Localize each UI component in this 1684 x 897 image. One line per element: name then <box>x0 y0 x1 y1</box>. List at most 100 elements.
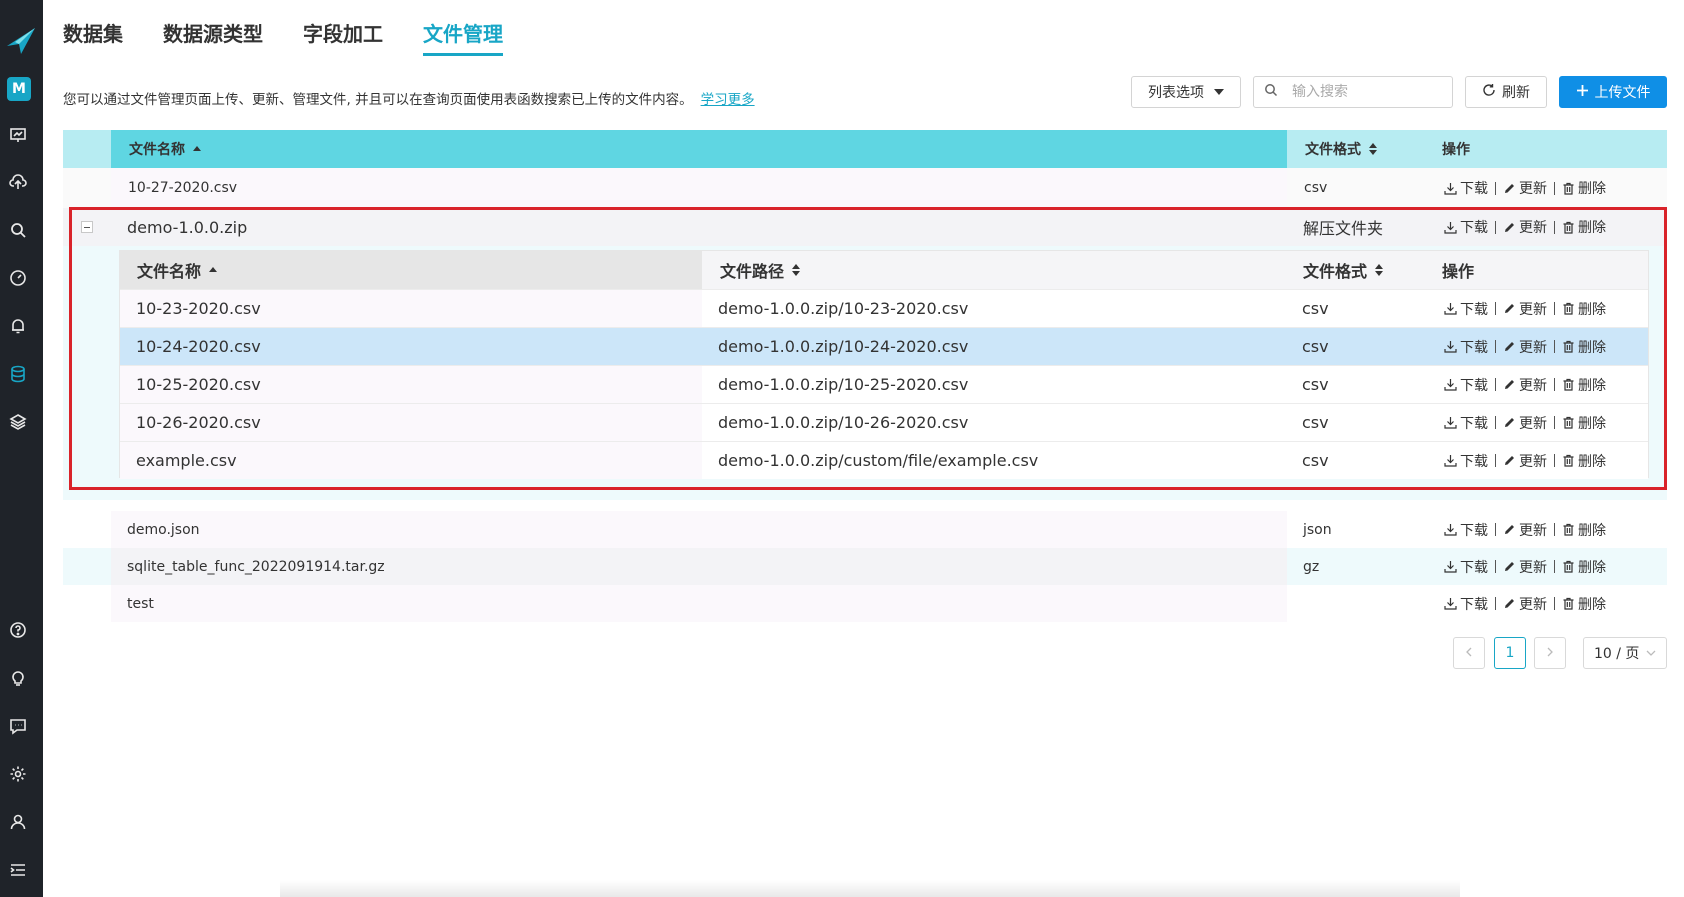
update-button[interactable]: 更新 <box>1503 337 1547 357</box>
column-options-dropdown[interactable]: 列表选项 <box>1131 76 1241 108</box>
file-name: 10-23-2020.csv <box>136 299 261 318</box>
chevron-right-icon <box>1546 645 1554 661</box>
search-box[interactable] <box>1253 76 1454 108</box>
delete-button[interactable]: 删除 <box>1562 217 1606 237</box>
file-format: csv <box>1304 180 1328 196</box>
download-button[interactable]: 下载 <box>1444 594 1488 614</box>
download-button[interactable]: 下载 <box>1444 413 1488 433</box>
header-file-format[interactable]: 文件格式 <box>1305 130 1377 168</box>
update-button[interactable]: 更新 <box>1503 217 1547 237</box>
delete-button[interactable]: 删除 <box>1562 178 1606 198</box>
table-row[interactable]: test 下载 更新 删除 <box>63 585 1667 622</box>
delete-button[interactable]: 删除 <box>1562 557 1606 577</box>
download-button[interactable]: 下载 <box>1444 520 1488 540</box>
update-button[interactable]: 更新 <box>1503 557 1547 577</box>
update-button[interactable]: 更新 <box>1503 520 1547 540</box>
search-icon[interactable] <box>8 220 28 240</box>
table-row[interactable]: 10-27-2020.csv csv 下载 更新 删除 <box>63 168 1667 208</box>
gear-icon[interactable] <box>8 764 28 784</box>
file-path: demo-1.0.0.zip/10-23-2020.csv <box>718 299 969 318</box>
delete-button[interactable]: 删除 <box>1562 299 1606 319</box>
next-page-button[interactable] <box>1534 637 1566 669</box>
delete-button[interactable]: 删除 <box>1562 520 1606 540</box>
update-button[interactable]: 更新 <box>1503 178 1547 198</box>
update-button[interactable]: 更新 <box>1503 413 1547 433</box>
nested-table-row[interactable]: 10-25-2020.csv demo-1.0.0.zip/10-25-2020… <box>120 365 1648 403</box>
upload-file-button[interactable]: 上传文件 <box>1559 76 1667 108</box>
header-file-format[interactable]: 文件格式 <box>1303 251 1384 289</box>
workspace-avatar[interactable]: M <box>7 77 31 101</box>
row-actions: 下载 更新 删除 <box>1444 548 1606 585</box>
sort-ascending-icon <box>209 266 218 272</box>
delete-button[interactable]: 删除 <box>1562 413 1606 433</box>
download-button[interactable]: 下载 <box>1444 178 1488 198</box>
row-actions: 下载 更新 删除 <box>1444 511 1606 548</box>
file-name: 10-24-2020.csv <box>136 337 261 356</box>
active-tab-indicator <box>423 53 503 56</box>
download-button[interactable]: 下载 <box>1444 451 1488 471</box>
delete-button[interactable]: 删除 <box>1562 451 1606 471</box>
update-button[interactable]: 更新 <box>1503 299 1547 319</box>
header-file-name[interactable]: 文件名称 <box>129 130 201 168</box>
nested-table-row[interactable]: 10-24-2020.csv demo-1.0.0.zip/10-24-2020… <box>120 327 1648 365</box>
row-actions: 下载 更新 删除 <box>1444 404 1606 441</box>
nested-table-row[interactable]: 10-23-2020.csv demo-1.0.0.zip/10-23-2020… <box>120 289 1648 327</box>
update-button[interactable]: 更新 <box>1503 594 1547 614</box>
file-format: csv <box>1302 451 1329 470</box>
tab-datasource-types[interactable]: 数据源类型 <box>163 18 263 47</box>
file-name: example.csv <box>136 451 237 470</box>
prev-page-button[interactable] <box>1453 637 1485 669</box>
chat-icon[interactable] <box>8 716 28 736</box>
delete-button[interactable]: 删除 <box>1562 375 1606 395</box>
download-button[interactable]: 下载 <box>1444 217 1488 237</box>
header-file-path[interactable]: 文件路径 <box>720 251 801 289</box>
update-button[interactable]: 更新 <box>1503 375 1547 395</box>
file-format: 解压文件夹 <box>1303 219 1384 238</box>
table-row-expanded[interactable]: demo-1.0.0.zip 解压文件夹 下载 更新 删除 <box>63 208 1667 246</box>
download-button[interactable]: 下载 <box>1444 557 1488 577</box>
header-file-name[interactable]: 文件名称 <box>137 251 218 289</box>
sort-icon <box>792 264 801 276</box>
nested-file-table: 文件名称 文件路径 文件格式 操作 10-23-2020.csv demo-1.… <box>119 250 1649 479</box>
table-row[interactable]: sqlite_table_func_2022091914.tar.gz gz 下… <box>63 548 1667 585</box>
user-icon[interactable] <box>8 812 28 832</box>
file-format: json <box>1303 521 1332 538</box>
dashboard-icon[interactable] <box>8 268 28 288</box>
bell-icon[interactable] <box>8 316 28 336</box>
database-icon[interactable] <box>8 364 28 384</box>
table-row[interactable]: demo.json json 下载 更新 删除 <box>63 511 1667 548</box>
help-icon[interactable] <box>8 620 28 640</box>
nested-table-row[interactable]: example.csv demo-1.0.0.zip/custom/file/e… <box>120 441 1648 479</box>
nested-table-row[interactable]: 10-26-2020.csv demo-1.0.0.zip/10-26-2020… <box>120 403 1648 441</box>
sidebar: M <box>0 0 43 897</box>
tab-field-processing[interactable]: 字段加工 <box>303 18 383 47</box>
tab-datasets[interactable]: 数据集 <box>63 18 123 47</box>
lightbulb-icon[interactable] <box>8 668 28 688</box>
download-button[interactable]: 下载 <box>1444 375 1488 395</box>
presentation-icon[interactable] <box>8 125 28 145</box>
delete-button[interactable]: 删除 <box>1562 594 1606 614</box>
file-name: test <box>127 595 154 612</box>
collapse-toggle-icon[interactable] <box>81 221 93 233</box>
page-number-button[interactable]: 1 <box>1494 637 1526 669</box>
download-button[interactable]: 下载 <box>1444 299 1488 319</box>
sort-icon <box>1375 264 1384 276</box>
logo-icon[interactable] <box>5 24 37 56</box>
delete-button[interactable]: 删除 <box>1562 337 1606 357</box>
chevron-down-icon <box>1646 645 1656 661</box>
update-button[interactable]: 更新 <box>1503 451 1547 471</box>
refresh-button[interactable]: 刷新 <box>1465 76 1547 108</box>
plus-icon <box>1576 84 1595 101</box>
tab-file-management[interactable]: 文件管理 <box>423 18 503 47</box>
learn-more-link[interactable]: 学习更多 <box>701 92 755 108</box>
search-input[interactable] <box>1290 83 1454 101</box>
layers-icon[interactable] <box>8 412 28 432</box>
menu-collapse-icon[interactable] <box>8 860 28 880</box>
file-name: 10-25-2020.csv <box>136 375 261 394</box>
upload-cloud-icon[interactable] <box>8 172 28 192</box>
file-path: demo-1.0.0.zip/10-25-2020.csv <box>718 375 969 394</box>
page-size-select[interactable]: 10 / 页 <box>1583 637 1667 669</box>
download-button[interactable]: 下载 <box>1444 337 1488 357</box>
row-actions: 下载 更新 删除 <box>1444 366 1606 403</box>
header-actions: 操作 <box>1442 262 1475 281</box>
